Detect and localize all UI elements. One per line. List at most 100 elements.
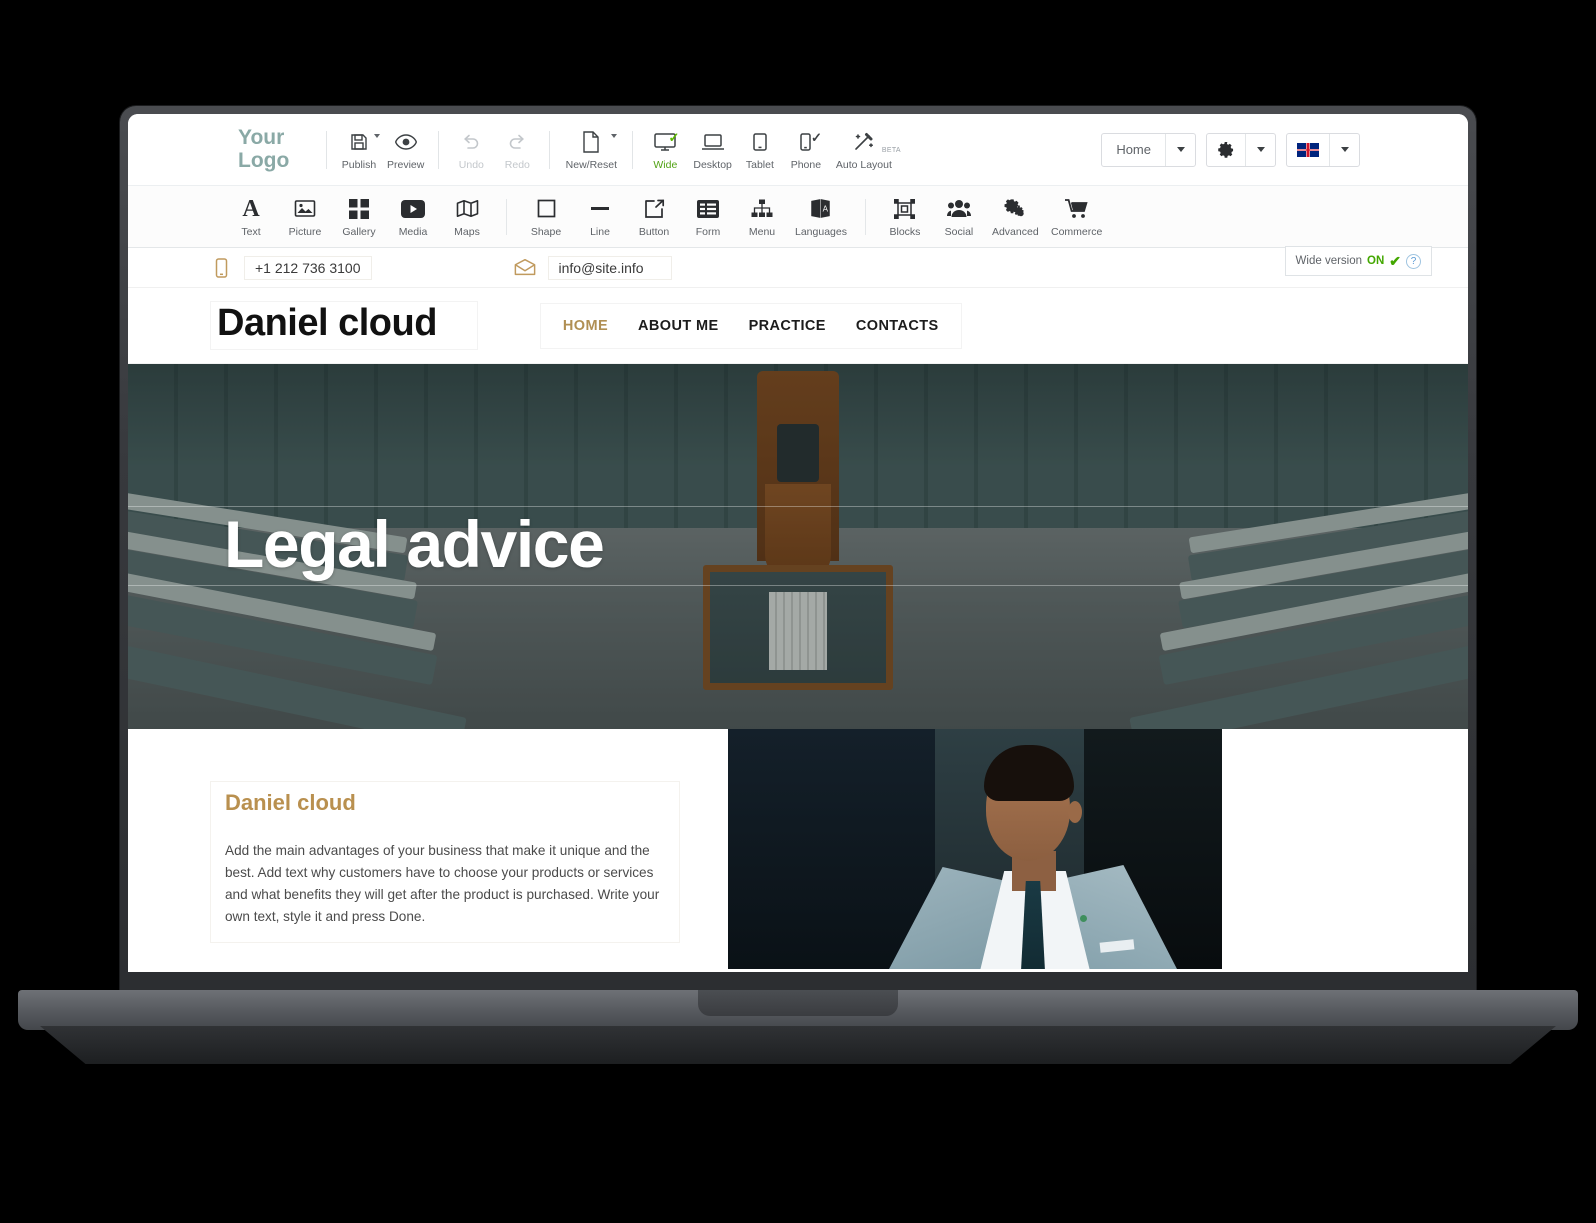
element-menu-button[interactable]: Menu — [735, 196, 789, 238]
laptop-mockup: Your Logo Publish Preview Undo Redo New/… — [0, 0, 1596, 1223]
wide-check-icon: ✓ — [668, 130, 680, 145]
element-languages-label: Languages — [795, 225, 847, 238]
site-logo[interactable]: Daniel cloud — [210, 300, 478, 351]
desktop-view-button[interactable]: Desktop — [688, 128, 737, 171]
element-line-button[interactable]: Line — [573, 196, 627, 238]
element-maps-button[interactable]: Maps — [440, 196, 494, 238]
element-picture-label: Picture — [288, 225, 322, 238]
builder-elements-toolbar: A Text Picture Gallery Media Maps Shape … — [128, 186, 1468, 248]
element-advanced-button[interactable]: Advanced — [986, 196, 1045, 238]
about-text-block[interactable]: Daniel cloud Add the main advantages of … — [210, 781, 680, 944]
nav-item-about-me[interactable]: ABOUT ME — [638, 318, 719, 334]
new-reset-button[interactable]: New/Reset — [559, 128, 623, 171]
people-icon — [946, 196, 971, 222]
save-icon — [349, 128, 369, 156]
contact-phone-value: +1 212 736 3100 — [244, 255, 372, 280]
toolbar-group-file: Publish Preview — [336, 114, 429, 185]
element-languages-button[interactable]: A Languages — [789, 196, 853, 238]
contact-phone-field[interactable]: +1 212 736 3100 — [210, 255, 372, 280]
element-gallery-button[interactable]: Gallery — [332, 196, 386, 238]
nav-item-practice[interactable]: PRACTICE — [749, 318, 826, 334]
wide-view-button[interactable]: ✓ Wide — [642, 128, 688, 171]
about-heading: Daniel cloud — [225, 790, 356, 815]
language-chevron-down-icon[interactable] — [1329, 133, 1359, 166]
wide-version-badge[interactable]: Wide version ON ✔ ? — [1284, 246, 1432, 276]
preview-label: Preview — [387, 159, 425, 171]
mobile-phone-icon — [210, 257, 232, 278]
page-selector-value: Home — [1116, 142, 1151, 157]
nav-item-home[interactable]: HOME — [563, 318, 608, 334]
element-form-label: Form — [695, 225, 721, 238]
toolbar-divider — [326, 130, 327, 169]
element-shape-button[interactable]: Shape — [519, 196, 573, 238]
desktop-view-label: Desktop — [693, 159, 732, 171]
gear-icon — [1207, 134, 1245, 166]
element-form-button[interactable]: Form — [681, 196, 735, 238]
element-social-label: Social — [944, 225, 974, 238]
element-commerce-button[interactable]: Commerce — [1045, 196, 1109, 238]
grid-icon — [349, 196, 369, 222]
toolbar-group-viewport: ✓ Wide Desktop Tablet ✓ Phone BETA Auto … — [642, 114, 901, 185]
phone-view-button[interactable]: ✓ Phone — [783, 128, 829, 171]
map-icon — [456, 196, 479, 222]
undo-icon — [461, 128, 481, 156]
image-icon — [294, 196, 316, 222]
contact-email-field[interactable]: info@site.info — [514, 255, 672, 280]
photo-background-left — [728, 729, 936, 969]
language-selector[interactable] — [1286, 132, 1360, 167]
wide-view-label: Wide — [653, 159, 678, 171]
element-picture-button[interactable]: Picture — [278, 196, 332, 238]
element-text-button[interactable]: A Text — [224, 196, 278, 238]
letter-a-icon: A — [242, 195, 260, 222]
laptop-screen: Your Logo Publish Preview Undo Redo New/… — [128, 114, 1468, 972]
help-icon[interactable]: ? — [1406, 253, 1421, 269]
person-lapel-pin — [1080, 915, 1087, 922]
page-selector-chevron-down-icon[interactable] — [1165, 133, 1195, 166]
contact-email-value: info@site.info — [547, 255, 672, 280]
svg-text:A: A — [823, 204, 829, 213]
about-photo[interactable] — [728, 729, 1222, 969]
element-blocks-label: Blocks — [889, 225, 921, 238]
element-shape-label: Shape — [530, 225, 562, 238]
element-media-button[interactable]: Media — [386, 196, 440, 238]
phone-view-label: Phone — [790, 159, 822, 171]
redo-button[interactable]: Redo — [494, 128, 540, 171]
new-reset-caret-icon[interactable] — [611, 134, 618, 138]
eye-icon — [394, 128, 417, 156]
builder-logo-line1: Your — [238, 126, 285, 150]
page-selector[interactable]: Home — [1101, 132, 1196, 167]
cart-icon — [1064, 196, 1089, 222]
settings-chevron-down-icon[interactable] — [1245, 133, 1275, 166]
about-body: Add the main advantages of your business… — [225, 843, 660, 925]
publish-caret-icon[interactable] — [374, 134, 380, 138]
element-button-label: Button — [638, 225, 670, 238]
toolbar-divider — [549, 130, 551, 169]
auto-layout-button[interactable]: BETA Auto Layout — [829, 128, 901, 171]
tablet-view-label: Tablet — [745, 159, 774, 171]
builder-logo-line2: Logo — [238, 148, 290, 172]
play-icon — [401, 196, 425, 222]
line-icon — [590, 196, 610, 222]
tablet-view-button[interactable]: Tablet — [737, 128, 783, 171]
settings-button[interactable] — [1206, 132, 1276, 167]
button-icon — [644, 196, 665, 222]
element-media-label: Media — [398, 225, 428, 238]
laptop-icon — [701, 128, 725, 156]
new-reset-label: New/Reset — [565, 159, 618, 171]
magic-wand-icon — [852, 128, 876, 156]
element-blocks-button[interactable]: Blocks — [878, 196, 932, 238]
publish-button[interactable]: Publish — [336, 128, 382, 171]
sitemap-icon — [751, 196, 773, 222]
element-button-button[interactable]: Button — [627, 196, 681, 238]
site-nav: HOME ABOUT ME PRACTICE CONTACTS — [539, 302, 962, 349]
element-maps-label: Maps — [454, 225, 480, 238]
toolbar-divider — [632, 130, 634, 169]
preview-button[interactable]: Preview — [382, 128, 429, 171]
wide-version-label: Wide version — [1295, 255, 1363, 267]
site-header: Daniel cloud HOME ABOUT ME PRACTICE CONT… — [128, 288, 1468, 364]
nav-item-contacts[interactable]: CONTACTS — [856, 318, 939, 334]
undo-button[interactable]: Undo — [448, 128, 494, 171]
builder-logo[interactable]: Your Logo — [238, 127, 300, 171]
hero-title[interactable]: Legal advice — [224, 506, 605, 582]
element-social-button[interactable]: Social — [932, 196, 986, 238]
